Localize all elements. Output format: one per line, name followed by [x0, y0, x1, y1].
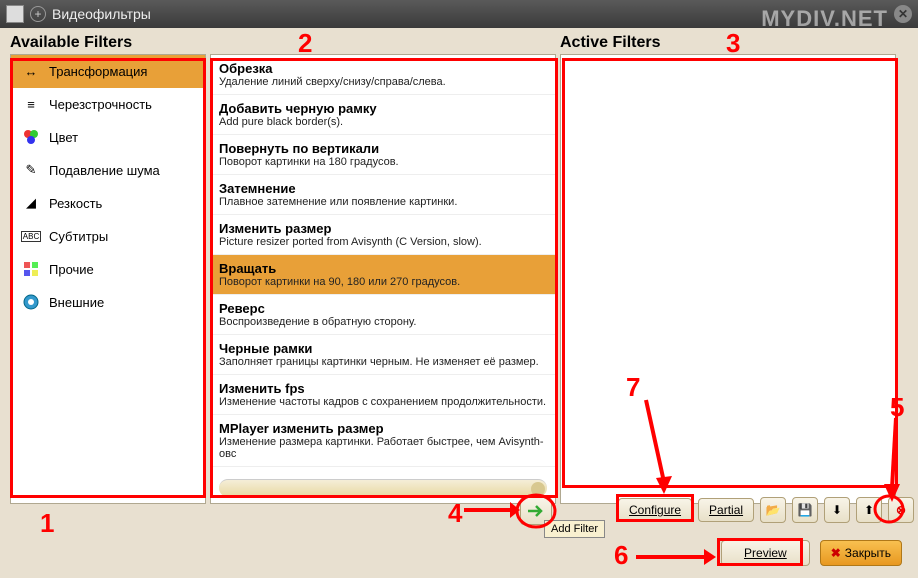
filter-item[interactable]: Повернуть по вертикалиПоворот картинки н… [211, 135, 555, 175]
titlebar: + Видеофильтры ✕ [0, 0, 918, 28]
category-denoise[interactable]: ✎ Подавление шума [11, 154, 205, 187]
remove-filter-button[interactable]: ⊗ [888, 497, 914, 523]
filter-desc: Удаление линий сверху/снизу/справа/слева… [219, 76, 547, 88]
filter-desc: Изменение частоты кадров с сохранением п… [219, 396, 547, 408]
active-filters-header: Active Filters [560, 34, 660, 52]
filter-title: Затемнение [219, 181, 547, 196]
plus-icon[interactable]: + [30, 6, 46, 22]
available-filters-header: Available Filters [10, 34, 560, 52]
annotation-arrow-6 [634, 546, 718, 568]
filter-desc: Picture resizer ported from Avisynth (C … [219, 236, 547, 248]
category-label: Трансформация [49, 64, 147, 79]
category-misc[interactable]: Прочие [11, 253, 205, 286]
category-sharpen[interactable]: ◢ Резкость [11, 187, 205, 220]
transform-icon: ↔ [21, 62, 41, 80]
category-label: Цвет [49, 130, 78, 145]
category-interlace[interactable]: ≡ Черезстрочность [11, 88, 205, 121]
subtitle-icon: ABC [21, 227, 41, 245]
misc-icon [21, 260, 41, 278]
category-label: Подавление шума [49, 163, 160, 178]
partial-button[interactable]: Partial [698, 498, 754, 522]
filter-item[interactable]: РеверсВоспроизведение в обратную сторону… [211, 295, 555, 335]
filter-item[interactable]: MPlayer изменить размерИзменение размера… [211, 415, 555, 467]
category-label: Черезстрочность [49, 97, 152, 112]
configure-button[interactable]: Configure [618, 498, 692, 522]
category-external[interactable]: Внешние [11, 286, 205, 319]
filter-item[interactable]: ВращатьПоворот картинки на 90, 180 или 2… [211, 255, 555, 295]
category-label: Резкость [49, 196, 102, 211]
filter-item[interactable]: Добавить черную рамкуAdd pure black bord… [211, 95, 555, 135]
category-list: ↔ Трансформация ≡ Черезстрочность Цвет ✎… [10, 54, 206, 504]
annotation-label-6: 6 [614, 540, 628, 571]
filter-title: Черные рамки [219, 341, 547, 356]
external-icon [21, 293, 41, 311]
preview-button[interactable]: Preview [721, 540, 810, 566]
category-transform[interactable]: ↔ Трансформация [11, 55, 205, 88]
save-icon: 💾 [798, 503, 813, 517]
category-label: Субтитры [49, 229, 108, 244]
filter-desc: Поворот картинки на 90, 180 или 270 град… [219, 276, 547, 288]
filter-title: Изменить fps [219, 381, 547, 396]
color-icon [21, 128, 41, 146]
filter-desc: Поворот картинки на 180 градусов. [219, 156, 547, 168]
filter-title: Добавить черную рамку [219, 101, 547, 116]
app-icon [6, 5, 24, 23]
window-title: Видеофильтры [52, 6, 888, 22]
filter-title: Вращать [219, 261, 547, 276]
folder-open-icon: 📂 [766, 503, 781, 517]
filter-title: Реверс [219, 301, 547, 316]
category-subtitles[interactable]: ABC Субтитры [11, 220, 205, 253]
filter-item[interactable]: Черные рамкиЗаполняет границы картинки ч… [211, 335, 555, 375]
filter-title: Обрезка [219, 61, 547, 76]
filter-title: Изменить размер [219, 221, 547, 236]
move-down-button[interactable]: ⬇ [824, 497, 850, 523]
interlace-icon: ≡ [21, 95, 41, 113]
filter-title: Повернуть по вертикали [219, 141, 547, 156]
denoise-icon: ✎ [21, 161, 41, 179]
arrow-down-icon: ⬇ [832, 503, 842, 517]
close-button[interactable]: ✖ Закрыть [820, 540, 902, 566]
filter-desc: Воспроизведение в обратную сторону. [219, 316, 547, 328]
open-button[interactable]: 📂 [760, 497, 786, 523]
filter-desc: Add pure black border(s). [219, 116, 547, 128]
filter-item[interactable]: Изменить fpsИзменение частоты кадров с с… [211, 375, 555, 415]
close-icon: ✖ [831, 546, 841, 560]
category-color[interactable]: Цвет [11, 121, 205, 154]
filter-list-panel: ОбрезкаУдаление линий сверху/снизу/справ… [210, 54, 556, 504]
filter-title: MPlayer изменить размер [219, 421, 547, 436]
active-filters-panel [560, 54, 896, 504]
arrow-up-icon: ⬆ [864, 503, 874, 517]
category-label: Внешние [49, 295, 104, 310]
add-arrow-icon [526, 503, 546, 519]
move-up-button[interactable]: ⬆ [856, 497, 882, 523]
window-close-icon[interactable]: ✕ [894, 5, 912, 23]
filter-item[interactable]: ЗатемнениеПлавное затемнение или появлен… [211, 175, 555, 215]
add-filter-tooltip: Add Filter [544, 520, 605, 538]
horizontal-scrollbar[interactable] [219, 479, 547, 497]
remove-icon: ⊗ [896, 503, 906, 517]
filter-item[interactable]: Изменить размерPicture resizer ported fr… [211, 215, 555, 255]
sharpen-icon: ◢ [21, 194, 41, 212]
category-label: Прочие [49, 262, 94, 277]
filter-item[interactable]: ОбрезкаУдаление линий сверху/снизу/справ… [211, 55, 555, 95]
filter-desc: Плавное затемнение или появление картинк… [219, 196, 547, 208]
filter-desc: Заполняет границы картинки черным. Не из… [219, 356, 547, 368]
save-button[interactable]: 💾 [792, 497, 818, 523]
filter-desc: Изменение размера картинки. Работает быс… [219, 436, 547, 460]
